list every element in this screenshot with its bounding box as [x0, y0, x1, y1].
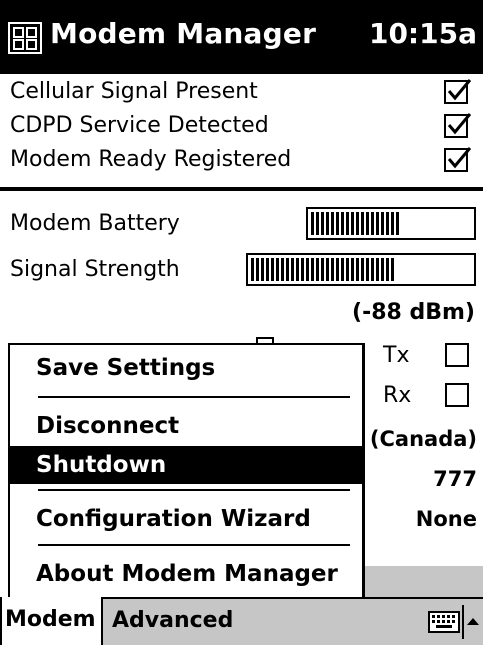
- carrier-value: s (Canada): [350, 427, 477, 451]
- menu-item-shutdown[interactable]: Shutdown: [10, 446, 362, 484]
- menu-bar: Modem Advanced: [0, 597, 483, 645]
- tx-label: Tx: [383, 343, 410, 368]
- modem-menu-button[interactable]: Modem: [0, 597, 103, 645]
- status-row-cdpd: CDPD Service Detected: [0, 110, 483, 144]
- advanced-menu-button[interactable]: Advanced: [112, 599, 233, 643]
- menu-separator: [38, 544, 350, 546]
- app-title: Modem Manager: [50, 17, 317, 50]
- menu-separator: [38, 396, 350, 398]
- clock[interactable]: 10:15a: [369, 17, 477, 50]
- up-arrow-icon[interactable]: [466, 615, 480, 627]
- rx-label: Rx: [383, 383, 412, 408]
- code-value: 777: [433, 467, 477, 491]
- menu-item-save-settings[interactable]: Save Settings: [10, 349, 362, 387]
- modem-popup-menu: Save Settings Disconnect Shutdown Config…: [8, 343, 365, 597]
- none-value: None: [415, 507, 477, 531]
- status-row-cellular: Cellular Signal Present: [0, 76, 483, 110]
- signal-dbm: (-88 dBm): [352, 300, 475, 325]
- status-row-modem-ready: Modem Ready Registered: [0, 144, 483, 178]
- menu-separator: [38, 489, 350, 491]
- signal-meter-fill: [251, 258, 396, 281]
- modem-manager-app-icon: [8, 22, 42, 54]
- status-label: CDPD Service Detected: [10, 113, 269, 138]
- status-label: Cellular Signal Present: [10, 79, 258, 104]
- checked-checkbox-icon: [444, 113, 472, 138]
- battery-label: Modem Battery: [10, 211, 180, 236]
- battery-meter: [306, 207, 476, 240]
- title-bar: Modem Manager 10:15a: [0, 0, 483, 74]
- menu-item-disconnect[interactable]: Disconnect: [10, 407, 362, 445]
- keyboard-icon[interactable]: [428, 611, 460, 633]
- menubar-divider: [462, 605, 464, 639]
- section-divider: [0, 187, 483, 191]
- rx-checkbox[interactable]: [445, 383, 469, 407]
- checked-checkbox-icon: [444, 147, 472, 172]
- signal-label: Signal Strength: [10, 257, 180, 282]
- signal-meter: [246, 253, 476, 286]
- battery-meter-fill: [311, 212, 399, 235]
- status-label: Modem Ready Registered: [10, 147, 292, 172]
- tx-checkbox[interactable]: [445, 343, 469, 367]
- background-band: [365, 566, 483, 597]
- menu-item-about[interactable]: About Modem Manager: [10, 555, 362, 593]
- menu-item-configuration-wizard[interactable]: Configuration Wizard: [10, 500, 362, 538]
- checked-checkbox-icon: [444, 79, 472, 104]
